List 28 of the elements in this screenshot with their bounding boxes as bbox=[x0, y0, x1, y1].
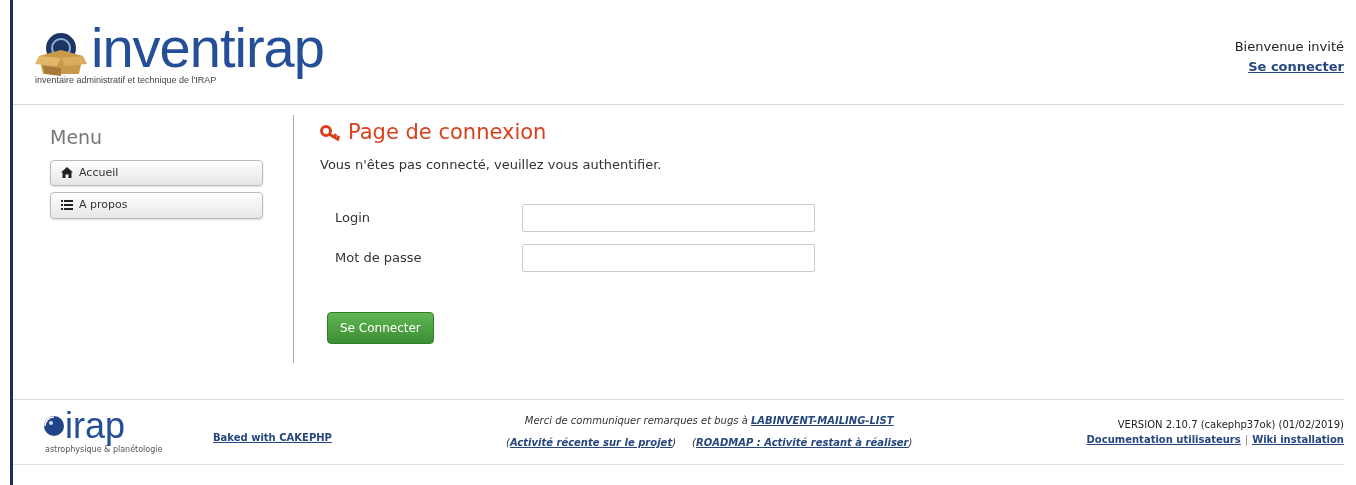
cakephp-link[interactable]: Baked with CAKEPHP bbox=[213, 429, 332, 445]
mailing-list-link[interactable]: LABINVENT-MAILING-LIST bbox=[751, 415, 894, 426]
project-link[interactable]: ROADMAP : Activité restant à réaliser bbox=[696, 437, 909, 448]
project-link-text: (ROADMAP : Activité restant à réaliser) bbox=[692, 436, 913, 450]
page-title: Page de connexion bbox=[348, 119, 547, 146]
welcome-text: Bienvenue invité bbox=[1234, 38, 1344, 56]
menu-button[interactable]: Accueil bbox=[50, 159, 263, 186]
logo-text: irap bbox=[65, 408, 126, 444]
menu-button[interactable]: A propos bbox=[50, 192, 263, 219]
menu-title: Menu bbox=[50, 125, 104, 150]
key-icon bbox=[320, 123, 342, 142]
version-text: VERSION 2.10.7 (cakephp37ok) (01/02/2019) bbox=[1116, 418, 1344, 432]
login-message: Vous n'êtes pas connecté, veuillez vous authentifier. bbox=[320, 155, 663, 174]
documentation-link[interactable]: Documentation utilisateurs bbox=[1086, 432, 1241, 447]
project-link[interactable]: Activité récente sur le projet bbox=[509, 437, 673, 448]
login-link[interactable]: Se connecter bbox=[1248, 58, 1344, 74]
field-label: Login bbox=[335, 209, 372, 228]
project-link-text: (Activité récente sur le projet) bbox=[506, 436, 677, 450]
box-logo-icon bbox=[35, 30, 87, 76]
planet-logo-icon bbox=[43, 415, 65, 437]
feedback-text: Merci de communiquer remarques et bugs à LABINVENT-MAILING-LIST bbox=[523, 414, 895, 428]
list-icon bbox=[61, 200, 73, 211]
input-field[interactable] bbox=[522, 204, 815, 232]
wiki-link[interactable]: Wiki installation bbox=[1252, 432, 1344, 447]
input-field[interactable] bbox=[522, 244, 815, 272]
separator-text: | bbox=[1244, 433, 1249, 447]
home-icon bbox=[61, 167, 73, 179]
field-label: Mot de passe bbox=[335, 249, 423, 268]
